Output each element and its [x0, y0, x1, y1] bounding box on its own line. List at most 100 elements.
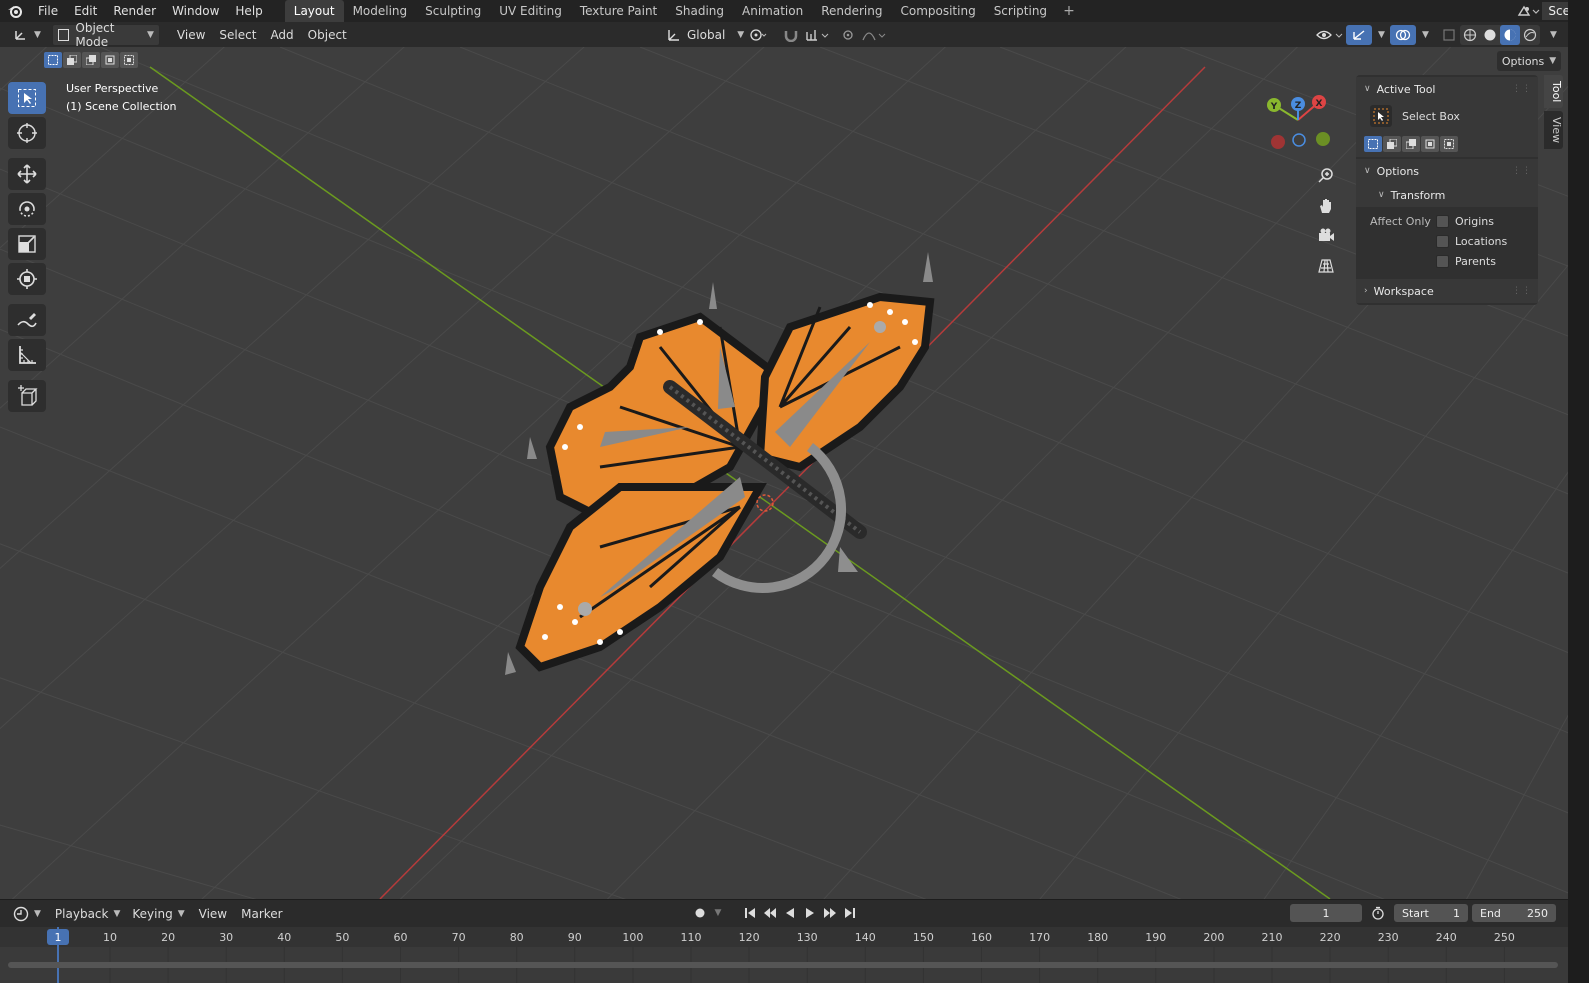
tab-view[interactable]: View: [1544, 111, 1563, 150]
options-dropdown[interactable]: Options ▼: [1497, 51, 1561, 71]
tab-animation[interactable]: Animation: [733, 0, 812, 22]
menu-view[interactable]: View: [172, 25, 210, 45]
menu-keying[interactable]: Keying ▼: [127, 904, 189, 924]
proportional-editing-toggle[interactable]: [836, 25, 892, 45]
play-icon[interactable]: [800, 904, 820, 922]
add-cube-tool[interactable]: [8, 380, 46, 412]
record-options-dropdown[interactable]: ▼: [710, 904, 726, 922]
pivot-point-dropdown[interactable]: [744, 25, 772, 45]
perspective-toggle-icon[interactable]: [1314, 254, 1338, 278]
cursor-tool[interactable]: [8, 117, 46, 149]
select-box-tool[interactable]: [8, 82, 46, 114]
xray-toggle[interactable]: [1437, 25, 1461, 45]
tab-shading[interactable]: Shading: [666, 0, 733, 22]
timeline-editor-type[interactable]: ▼: [8, 904, 46, 924]
measure-tool[interactable]: [8, 339, 46, 371]
butterfly-model[interactable]: [505, 252, 935, 675]
zoom-icon[interactable]: [1314, 164, 1338, 188]
tab-texture-paint[interactable]: Texture Paint: [571, 0, 666, 22]
tab-modeling[interactable]: Modeling: [344, 0, 417, 22]
menu-render[interactable]: Render: [105, 0, 164, 22]
material-shading-icon[interactable]: [1500, 25, 1520, 45]
select-invert-icon[interactable]: [101, 52, 119, 68]
select-new-icon[interactable]: [1364, 136, 1382, 152]
play-reverse-icon[interactable]: [780, 904, 800, 922]
menu-help[interactable]: Help: [227, 0, 270, 22]
drag-grip-icon[interactable]: ⋮⋮: [1512, 286, 1532, 296]
select-subtract-icon[interactable]: [1402, 136, 1420, 152]
end-frame-field[interactable]: End 250: [1472, 904, 1556, 922]
gizmo-neg-y[interactable]: [1316, 132, 1330, 146]
select-extend-icon[interactable]: [63, 52, 81, 68]
origins-checkbox[interactable]: [1436, 214, 1449, 228]
select-new-icon[interactable]: [44, 52, 62, 68]
menu-select[interactable]: Select: [214, 25, 261, 45]
3d-cursor-icon[interactable]: [756, 494, 774, 512]
options-header[interactable]: ∨ Options ⋮⋮: [1356, 159, 1538, 183]
select-extend-icon[interactable]: [1383, 136, 1401, 152]
tab-layout[interactable]: Layout: [284, 0, 344, 22]
next-keyframe-icon[interactable]: [820, 904, 840, 922]
locations-checkbox[interactable]: [1436, 234, 1449, 248]
workspace-header[interactable]: › Workspace ⋮⋮: [1356, 279, 1538, 303]
shading-dropdown[interactable]: ▼: [1540, 25, 1562, 45]
active-tool-header[interactable]: ∨ Active Tool ⋮⋮: [1356, 77, 1538, 101]
snap-target-dropdown[interactable]: [800, 25, 836, 45]
select-intersect-icon[interactable]: [120, 52, 138, 68]
timeline-scrollbar[interactable]: [8, 962, 1558, 968]
navigation-gizmo[interactable]: X Y Z: [1262, 92, 1338, 156]
mode-dropdown[interactable]: Object Mode ▼: [51, 21, 160, 49]
timeline-tick-label: 180: [1087, 931, 1108, 944]
menu-window[interactable]: Window: [164, 0, 227, 22]
start-frame-field[interactable]: Start 1: [1394, 904, 1468, 922]
timeline-area[interactable]: 10 20 30 40 50 60 70 80 90 100 110 120 130 140 150 160 1…: [0, 927, 1568, 983]
active-tool-row[interactable]: Select Box: [1356, 101, 1538, 131]
transform-orientation-dropdown[interactable]: Global ▼: [662, 25, 749, 45]
editor-type-button[interactable]: ▼: [8, 25, 46, 45]
gizmo-neg-z[interactable]: [1292, 133, 1306, 147]
tab-sculpting[interactable]: Sculpting: [416, 0, 490, 22]
annotate-tool[interactable]: [8, 304, 46, 336]
pan-hand-icon[interactable]: [1314, 194, 1338, 218]
transform-subheader[interactable]: ∨ Transform: [1356, 183, 1538, 207]
add-workspace-button[interactable]: +: [1056, 0, 1082, 22]
overlays-dropdown[interactable]: ▼: [1412, 25, 1434, 45]
tab-tool[interactable]: Tool: [1544, 75, 1563, 109]
menu-playback[interactable]: Playback ▼: [50, 904, 125, 924]
menu-add[interactable]: Add: [265, 25, 298, 45]
solid-shading-icon[interactable]: [1480, 28, 1500, 42]
blender-logo-icon[interactable]: [0, 0, 30, 22]
record-icon[interactable]: [690, 904, 710, 922]
rotate-tool[interactable]: [8, 193, 46, 225]
rendered-shading-icon[interactable]: [1520, 28, 1540, 42]
select-invert-icon[interactable]: [1421, 136, 1439, 152]
jump-start-icon[interactable]: [740, 904, 760, 922]
drag-grip-icon[interactable]: ⋮⋮: [1512, 166, 1532, 176]
gizmo-neg-x[interactable]: [1271, 135, 1285, 149]
stopwatch-icon[interactable]: [1366, 906, 1390, 920]
menu-marker[interactable]: Marker: [236, 904, 287, 924]
prev-keyframe-icon[interactable]: [760, 904, 780, 922]
tab-scripting[interactable]: Scripting: [985, 0, 1056, 22]
move-tool[interactable]: [8, 158, 46, 190]
scale-tool[interactable]: [8, 228, 46, 260]
select-intersect-icon[interactable]: [1440, 136, 1458, 152]
menu-edit[interactable]: Edit: [66, 0, 105, 22]
menu-object[interactable]: Object: [303, 25, 352, 45]
parents-checkbox[interactable]: [1436, 254, 1449, 268]
drag-grip-icon[interactable]: ⋮⋮: [1512, 84, 1532, 94]
camera-view-icon[interactable]: [1314, 224, 1338, 248]
timeline-menu-view[interactable]: View: [194, 904, 232, 924]
jump-end-icon[interactable]: [840, 904, 860, 922]
transform-tool[interactable]: [8, 263, 46, 295]
visibility-dropdown[interactable]: [1310, 25, 1350, 45]
wireframe-shading-icon[interactable]: [1460, 28, 1480, 42]
tab-uv-editing[interactable]: UV Editing: [490, 0, 571, 22]
tab-compositing[interactable]: Compositing: [891, 0, 984, 22]
gizmo-dropdown[interactable]: ▼: [1368, 25, 1390, 45]
origins-label: Origins: [1455, 214, 1494, 228]
menu-file[interactable]: File: [30, 0, 66, 22]
tab-rendering[interactable]: Rendering: [812, 0, 891, 22]
select-subtract-icon[interactable]: [82, 52, 100, 68]
current-frame-field[interactable]: 1: [1290, 904, 1362, 922]
